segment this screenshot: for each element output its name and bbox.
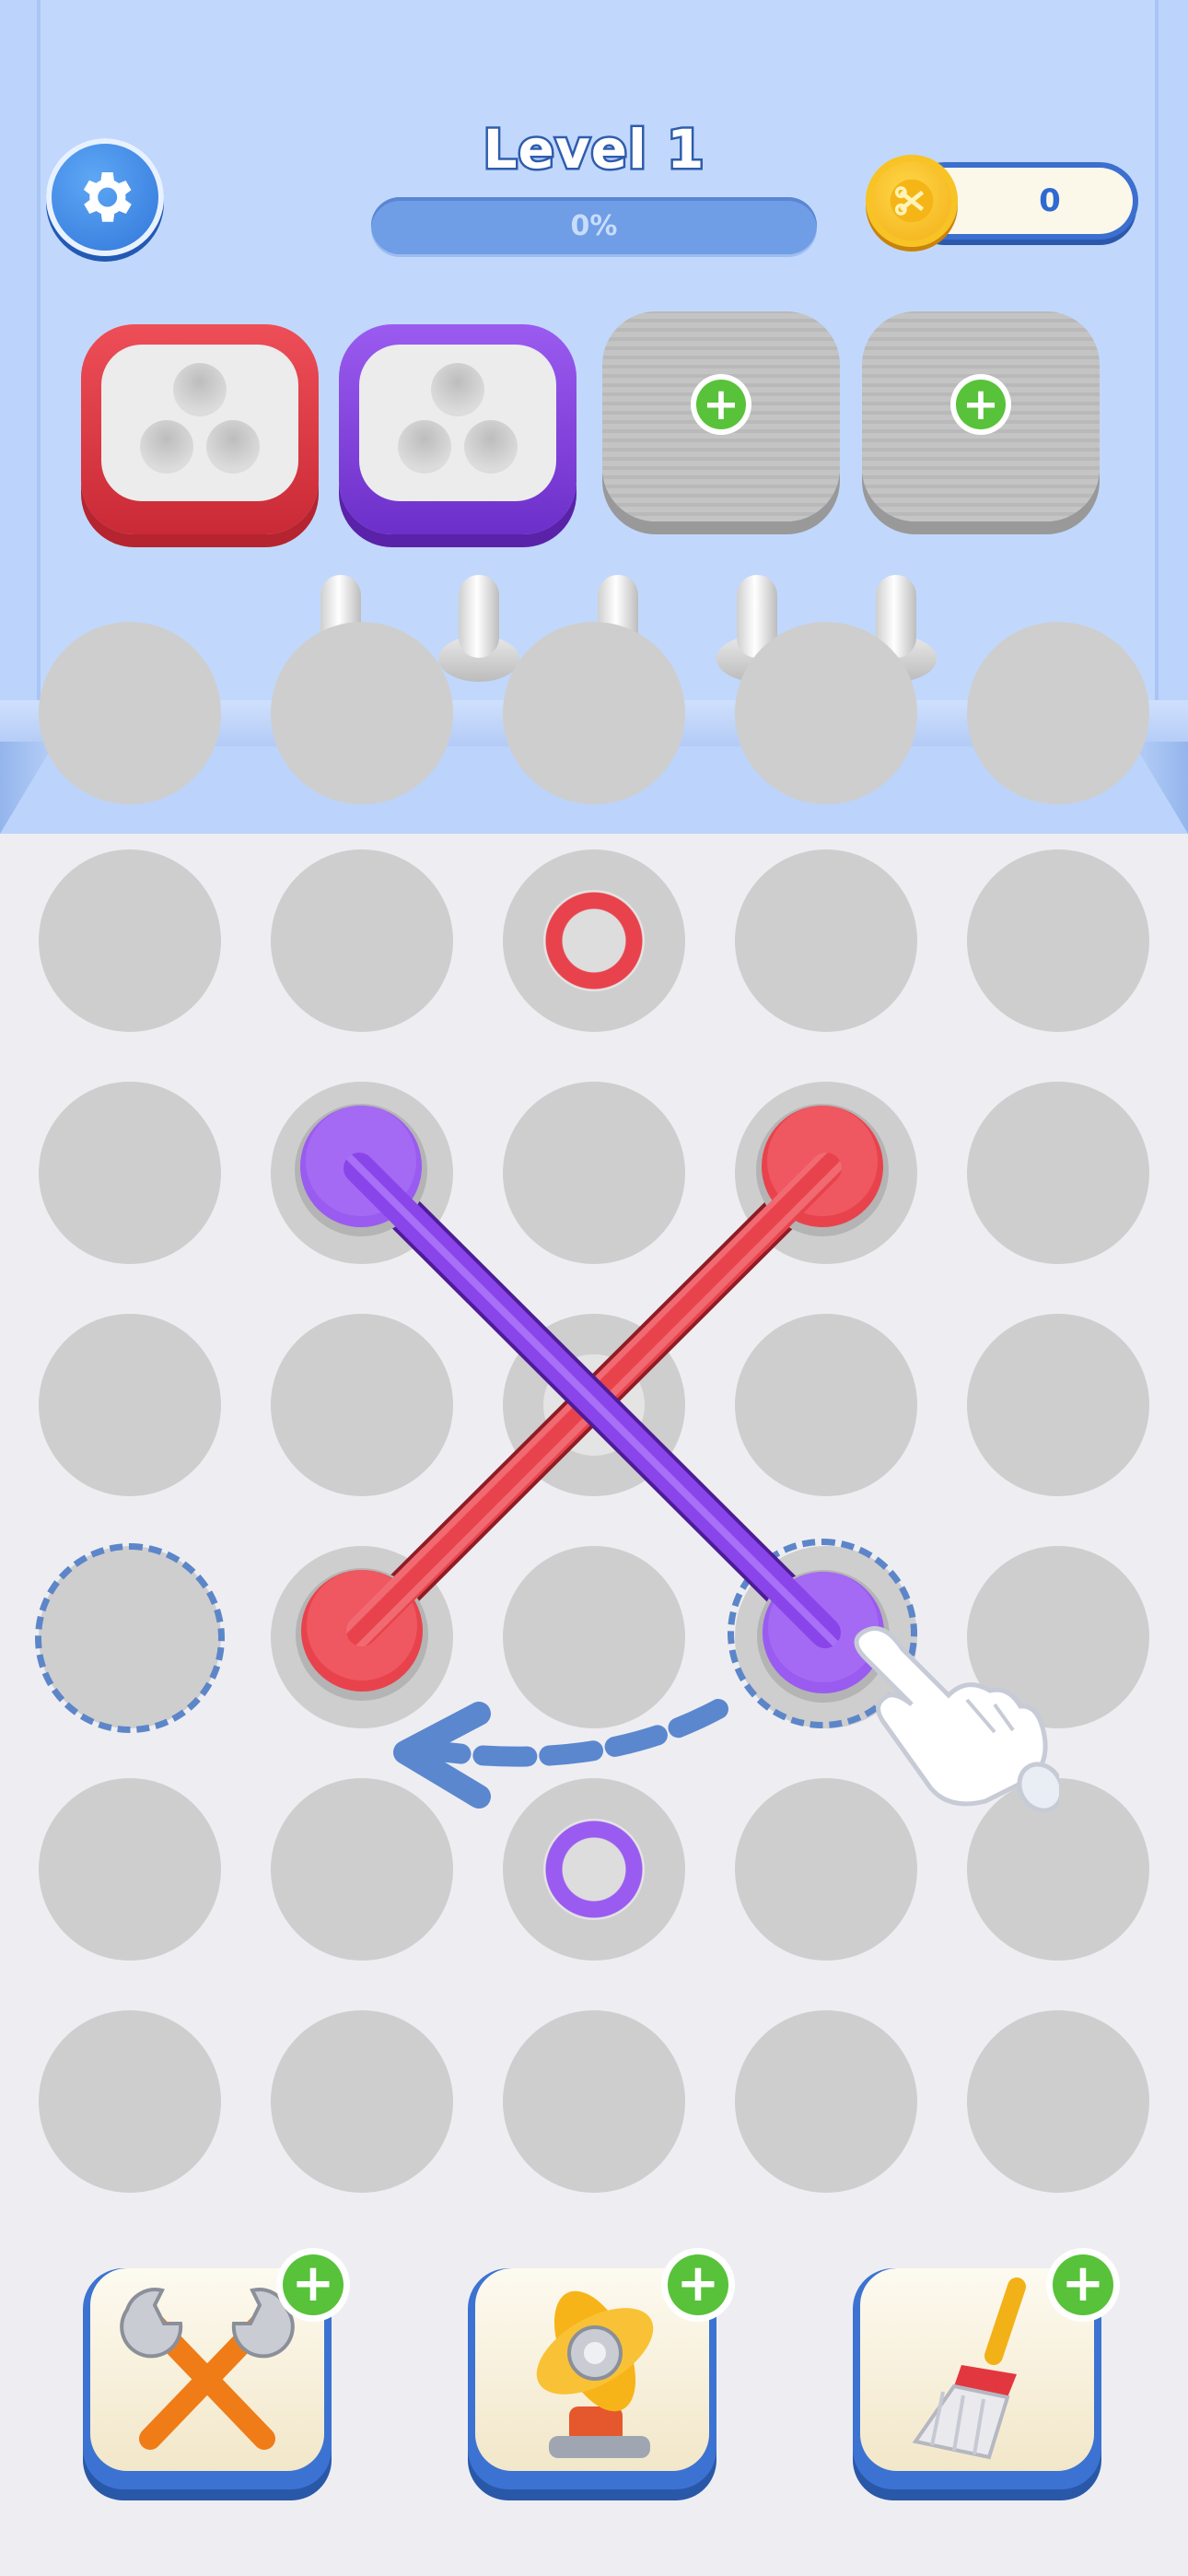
spool-hole <box>140 420 193 474</box>
scissors-icon <box>890 179 934 223</box>
board-hole[interactable] <box>967 849 1149 1032</box>
game-board <box>0 622 1188 2253</box>
tutorial-hand-icon <box>854 1626 1059 1813</box>
board-hole[interactable] <box>503 1546 685 1728</box>
board-hole[interactable] <box>271 849 453 1032</box>
coin-value: 0 <box>1039 182 1061 219</box>
spool-hole <box>173 363 227 416</box>
spool-slot-locked[interactable]: + <box>862 311 1100 521</box>
fan-tool-button[interactable]: + <box>468 2248 735 2489</box>
plus-icon: + <box>1053 2254 1113 2315</box>
board-hole[interactable] <box>967 1082 1149 1264</box>
board-hole[interactable] <box>735 1082 917 1264</box>
coin-icon <box>866 155 958 247</box>
board-hole[interactable] <box>39 1314 221 1496</box>
level-progress-bar: 0% <box>371 197 817 254</box>
spool-hole <box>398 420 451 474</box>
progress-text: 0% <box>570 209 618 242</box>
board-hole[interactable] <box>735 2010 917 2193</box>
fan-icon <box>536 2290 654 2458</box>
wrench-tool-button[interactable]: + <box>83 2248 350 2489</box>
plus-icon: + <box>668 2254 728 2315</box>
settings-button[interactable] <box>46 138 164 256</box>
spool-hole <box>464 420 518 474</box>
add-tool-button[interactable]: + <box>276 2248 350 2322</box>
add-spool-button[interactable]: + <box>950 374 1011 435</box>
red-ring-pin[interactable] <box>540 886 648 995</box>
add-spool-button[interactable]: + <box>691 374 751 435</box>
board-hole[interactable] <box>271 1082 453 1264</box>
board-hole[interactable] <box>503 622 685 804</box>
plus-icon: + <box>956 380 1006 429</box>
board-hole[interactable] <box>967 622 1149 804</box>
board-hole[interactable] <box>735 1314 917 1496</box>
spool-red[interactable] <box>81 324 319 534</box>
plus-icon: + <box>696 380 746 429</box>
board-hole[interactable] <box>271 622 453 804</box>
target-slot[interactable] <box>35 1543 225 1733</box>
board-hole[interactable] <box>271 1778 453 1961</box>
board-hole[interactable] <box>39 1778 221 1961</box>
broom-tool-button[interactable]: + <box>853 2248 1120 2489</box>
board-hole[interactable] <box>967 1314 1149 1496</box>
add-tool-button[interactable]: + <box>661 2248 735 2322</box>
board-hole[interactable] <box>271 1314 453 1496</box>
spool-purple[interactable] <box>339 324 577 534</box>
board-hole[interactable] <box>39 2010 221 2193</box>
board-hole[interactable] <box>271 1546 453 1728</box>
purple-ring-pin[interactable] <box>540 1815 648 1924</box>
spool-hole <box>206 420 260 474</box>
board-hole[interactable] <box>271 2010 453 2193</box>
board-hole[interactable] <box>735 849 917 1032</box>
spool-face <box>101 345 298 501</box>
board-hole[interactable] <box>735 622 917 804</box>
board-hole[interactable] <box>503 1082 685 1264</box>
board-hole[interactable] <box>967 2010 1149 2193</box>
broom-icon <box>912 2277 1026 2460</box>
center-pin-base <box>543 1354 645 1456</box>
board-hole[interactable] <box>39 622 221 804</box>
level-title: Level 1 <box>481 116 706 183</box>
spool-face <box>359 345 556 501</box>
spool-slot-locked[interactable]: + <box>602 311 840 521</box>
plus-icon: + <box>283 2254 344 2315</box>
board-hole[interactable] <box>503 2010 685 2193</box>
crossed-wrenches-icon <box>120 2288 295 2450</box>
gear-icon <box>83 172 132 222</box>
spool-hole <box>431 363 484 416</box>
board-hole[interactable] <box>39 1082 221 1264</box>
peg <box>438 571 519 682</box>
board-hole[interactable] <box>39 849 221 1032</box>
add-tool-button[interactable]: + <box>1046 2248 1120 2322</box>
